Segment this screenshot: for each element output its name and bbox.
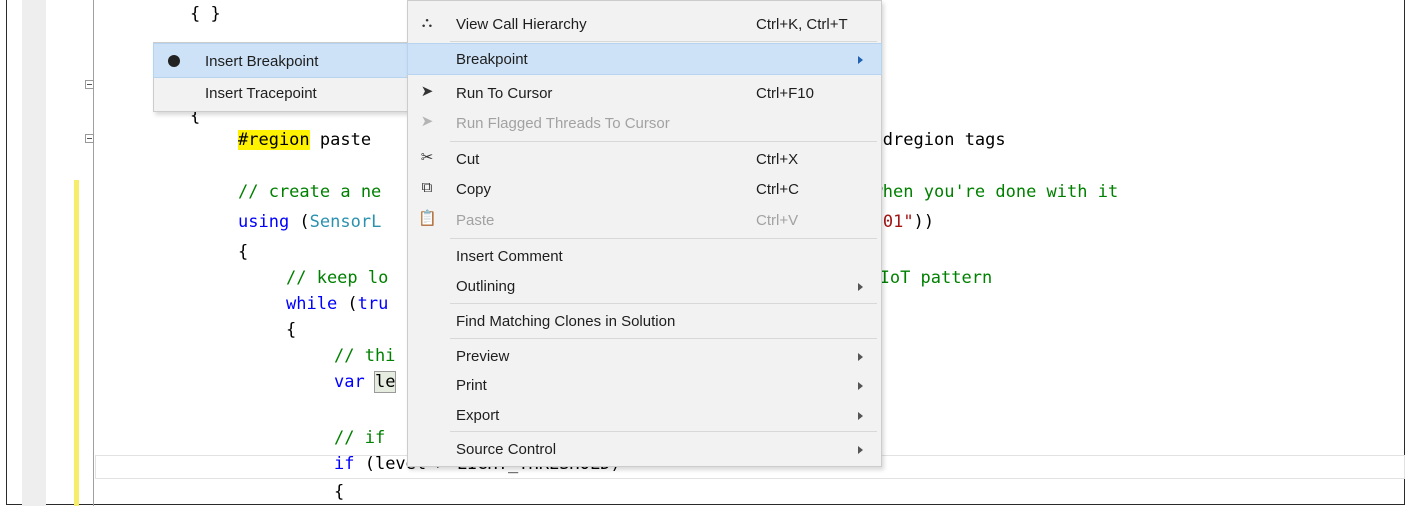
code-token: { [286,320,297,340]
breakpoint-submenu: Insert Breakpoint Insert Tracepoint [153,42,410,112]
menu-item-label: Outlining [456,278,516,295]
menu-separator [450,41,877,42]
menu-item-view-call-hierarchy[interactable]: ⛬ View Call Hierarchy Ctrl+K, Ctrl+T [408,9,881,39]
menu-item-copy[interactable]: ⧉ Copy Ctrl+C [408,174,881,204]
code-token: var [334,372,365,392]
submenu-arrow-icon [858,56,863,64]
code-token: le [373,371,397,393]
menu-item-label: Export [456,407,500,424]
outline-margin-line [93,0,94,506]
menu-item-label: Insert Breakpoint [205,53,319,70]
menu-item-outlining[interactable]: Outlining [408,271,881,301]
call-hierarchy-icon: ⛬ [421,14,433,31]
paste-icon: 📋 [418,210,437,227]
menu-item-export[interactable]: Export [408,400,881,430]
code-token: using [238,212,290,232]
submenu-arrow-icon [858,283,863,291]
menu-item-run-to-cursor[interactable]: ➤ Run To Cursor Ctrl+F10 [408,78,881,108]
code-line[interactable]: { [238,240,248,264]
code-line[interactable]: // if [334,426,385,450]
code-line[interactable]: var le [334,370,397,394]
menu-item-run-flagged-threads-to-cursor[interactable]: ➤ Run Flagged Threads To Cursor [408,108,881,138]
change-tracking-bar [74,180,79,506]
menu-separator [450,338,877,339]
code-token: // if [334,428,386,448]
menu-item-shortcut: Ctrl+V [756,212,799,229]
menu-item-label: Insert Comment [456,248,563,265]
code-token: #region [238,130,310,150]
collapse-icon[interactable] [85,80,94,89]
menu-item-insert-tracepoint[interactable]: Insert Tracepoint [154,76,409,109]
menu-separator [450,141,877,142]
code-line[interactable]: { [334,480,344,504]
submenu-arrow-icon [858,412,863,420]
menu-item-label: Source Control [456,441,557,458]
code-line[interactable]: { } [190,2,221,26]
code-token: ( [289,212,310,232]
code-token: { [238,242,249,262]
submenu-arrow-icon [858,446,863,454]
menu-item-find-matching-clones-in-solution[interactable]: Find Matching Clones in Solution [408,306,881,336]
code-token: tru [357,294,389,314]
code-token: if [334,454,355,474]
menu-item-insert-comment[interactable]: Insert Comment [408,241,881,271]
context-menu: ⛬ View Call Hierarchy Ctrl+K, Ctrl+T Breakp… [407,0,882,467]
code-token: { [334,482,345,502]
code-token: SensorL [309,212,382,232]
code-line[interactable]: while (tru [286,292,388,316]
menu-item-label: Copy [456,181,492,198]
menu-item-shortcut: Ctrl+C [756,181,799,198]
collapse-icon[interactable] [85,134,94,143]
menu-item-label: Paste [456,212,495,229]
menu-item-shortcut: Ctrl+F10 [756,85,814,102]
menu-item-shortcut: Ctrl+K, Ctrl+T [756,16,848,33]
menu-item-label: Run To Cursor [456,85,553,102]
code-token: { } [190,4,221,24]
copy-icon: ⧉ [421,179,433,196]
menu-item-label: View Call Hierarchy [456,16,587,33]
breakpoint-dot-icon [168,55,180,67]
run-to-cursor-icon: ➤ [420,83,434,100]
menu-item-label: Run Flagged Threads To Cursor [456,115,670,132]
submenu-arrow-icon [858,382,863,390]
menu-item-breakpoint[interactable]: Breakpoint [407,43,882,75]
menu-separator [450,303,877,304]
menu-item-label: Cut [456,151,480,168]
menu-item-label: Print [456,377,487,394]
menu-item-label: Breakpoint [456,51,528,68]
run-flagged-threads-icon: ➤ [420,113,434,130]
menu-separator [450,431,877,432]
menu-item-label: Preview [456,348,510,365]
menu-item-shortcut: Ctrl+X [756,151,799,168]
menu-item-preview[interactable]: Preview [408,341,881,371]
menu-item-label: Find Matching Clones in Solution [456,313,676,330]
cut-icon: ✂ [420,149,434,166]
menu-item-paste[interactable]: 📋 Paste Ctrl+V [408,205,881,235]
menu-item-print[interactable]: Print [408,370,881,400]
code-token: )) [913,212,935,232]
code-token: while [286,294,338,314]
breakpoint-margin[interactable] [22,0,46,506]
menu-item-label: Insert Tracepoint [205,85,317,102]
submenu-arrow-icon [858,353,863,361]
menu-separator [450,238,877,239]
menu-item-cut[interactable]: ✂ Cut Ctrl+X [408,144,881,174]
code-token: ( [337,294,358,314]
menu-item-source-control[interactable]: Source Control [408,434,881,464]
code-line[interactable]: { [286,318,296,342]
menu-item-insert-breakpoint[interactable]: Insert Breakpoint [153,43,410,78]
